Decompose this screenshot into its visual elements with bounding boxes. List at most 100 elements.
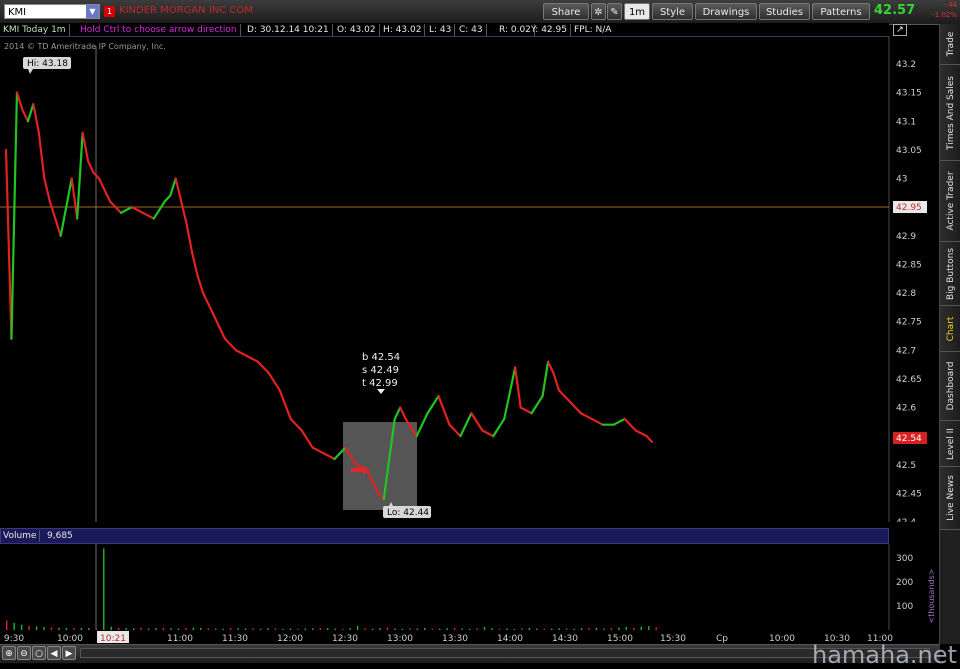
- price-tick-label: 42.75: [896, 318, 922, 328]
- chart-title: KMI Today 1m: [0, 24, 70, 36]
- magnifier-icon[interactable]: ○: [32, 646, 46, 660]
- selection-box[interactable]: [343, 422, 417, 510]
- bubble-bid: b 42.54: [362, 352, 400, 363]
- price-segment: [141, 211, 155, 220]
- price-segment: [119, 206, 134, 214]
- price-segment: [470, 412, 484, 432]
- chevron-down-icon[interactable]: ▼: [86, 5, 99, 18]
- time-tick-label: 11:00: [167, 634, 193, 644]
- price-segment: [519, 406, 533, 415]
- price-axis: 43.2 43.15 43.1 43.05 43 42.95 42.9 42.85 42.8 42…: [896, 60, 922, 522]
- lo-label: Lo: 42.44: [387, 508, 429, 518]
- zoom-in-icon[interactable]: ⊕: [2, 646, 16, 660]
- drawings-button[interactable]: Drawings: [695, 3, 757, 20]
- tab-big-buttons[interactable]: Big Buttons: [940, 242, 960, 306]
- price-segment: [437, 394, 451, 426]
- bar-low: L: 43: [426, 24, 456, 36]
- price-segment: [492, 417, 506, 438]
- tab-trade[interactable]: Trade: [940, 24, 960, 65]
- tab-label: Chart: [945, 316, 956, 341]
- price-segment: [426, 394, 440, 415]
- bubble-target: t 42.99: [362, 378, 398, 389]
- price-segment: [481, 429, 495, 438]
- price-segment: [26, 102, 35, 123]
- scroll-right-icon[interactable]: ▶: [62, 646, 76, 660]
- style-label: Style: [659, 7, 686, 18]
- bar-open: O: 43.02: [334, 24, 380, 36]
- price-segment: [590, 417, 604, 426]
- price-segment: [4, 148, 13, 340]
- price-tick-label: 43.15: [896, 89, 922, 99]
- price-tick-label: 43: [896, 175, 907, 185]
- price-chart[interactable]: 2014 © TD Ameritrade IP Company, Inc. 43…: [0, 36, 940, 522]
- price-segment: [37, 131, 46, 180]
- volume-bar: [13, 622, 15, 630]
- price-segment: [10, 91, 19, 340]
- price-segment: [245, 354, 259, 363]
- tab-times-and-sales[interactable]: Times And Sales: [940, 65, 960, 161]
- price-segment: [169, 177, 177, 197]
- style-button[interactable]: Style: [652, 3, 693, 20]
- time-tick-label: 12:00: [277, 634, 303, 644]
- price-segment: [514, 366, 522, 409]
- time-axis: 9:30 10:00 10:21 11:00 11:30 12:00 12:30 13:00 1…: [4, 631, 893, 644]
- time-tick-label: 10:00: [57, 634, 83, 644]
- fpl: FPL: N/A: [574, 25, 612, 35]
- hi-label: Hi: 43.18: [27, 59, 68, 69]
- price-segment: [322, 452, 336, 461]
- tab-active-trader[interactable]: Active Trader: [940, 161, 960, 242]
- tab-dashboard[interactable]: Dashboard: [940, 352, 960, 421]
- symbol-text: KMI: [8, 7, 27, 18]
- volume-axis: 300 200 100: [896, 554, 913, 612]
- company-name: KINDER MORGAN INC COM: [119, 5, 253, 16]
- price-segment: [212, 314, 221, 329]
- percent-change: -1.02%: [932, 11, 957, 19]
- scroll-left-icon[interactable]: ◀: [47, 646, 61, 660]
- price-segment: [152, 200, 166, 220]
- link-color-icon[interactable]: 1: [104, 6, 115, 17]
- price-segment: [32, 102, 40, 134]
- settings-icon[interactable]: ✲: [591, 3, 606, 20]
- price-series: [4, 91, 654, 501]
- price-segment: [634, 429, 648, 438]
- triangle-down-icon: [377, 389, 385, 394]
- price-segment: [415, 412, 429, 438]
- tab-live-news[interactable]: Live News: [940, 467, 960, 530]
- wrench-icon[interactable]: ✎: [607, 3, 622, 20]
- bar-high: H: 43.02: [380, 24, 426, 36]
- price-segment: [579, 412, 593, 421]
- price-tick-label: 42.8: [896, 289, 916, 299]
- price-segment: [503, 366, 517, 421]
- price-segment: [59, 206, 68, 237]
- interval-button[interactable]: 1m: [624, 3, 650, 20]
- price-segment: [278, 389, 292, 421]
- volume-label: Volume: [0, 530, 41, 542]
- volume-chart[interactable]: 300 200 100 <thousands>: [0, 544, 940, 630]
- last-price-tag: 42.54: [893, 432, 927, 444]
- watermark: hamaha.net: [812, 641, 957, 669]
- studies-button[interactable]: Studies: [759, 3, 810, 20]
- zoom-out-icon[interactable]: ⊖: [17, 646, 31, 660]
- volume-tick-label: 100: [896, 602, 913, 612]
- time-tick-label: 14:00: [497, 634, 523, 644]
- price-segment: [645, 435, 654, 443]
- price-segment: [70, 177, 79, 220]
- time-scrollbar[interactable]: [80, 648, 930, 658]
- expand-icon[interactable]: ↗: [893, 24, 907, 36]
- tab-chart[interactable]: Chart: [940, 306, 960, 352]
- tab-label: Dashboard: [945, 361, 956, 411]
- price-segment: [541, 360, 550, 398]
- price-segment: [76, 131, 84, 220]
- tab-level-ii[interactable]: Level II: [940, 421, 960, 467]
- price-segment: [267, 372, 281, 392]
- price-segment: [300, 429, 314, 449]
- time-tick-label: 15:00: [607, 634, 633, 644]
- price-segment: [21, 108, 29, 123]
- share-button[interactable]: Share: [543, 3, 589, 20]
- volume-bar: [103, 548, 105, 630]
- patterns-button[interactable]: Patterns: [812, 3, 870, 20]
- symbol-input[interactable]: KMI ▼: [4, 4, 100, 19]
- copyright-text: 2014 © TD Ameritrade IP Company, Inc.: [4, 42, 166, 51]
- price-tick-label: 43.2: [896, 60, 916, 70]
- net-change: -.44: [943, 1, 957, 9]
